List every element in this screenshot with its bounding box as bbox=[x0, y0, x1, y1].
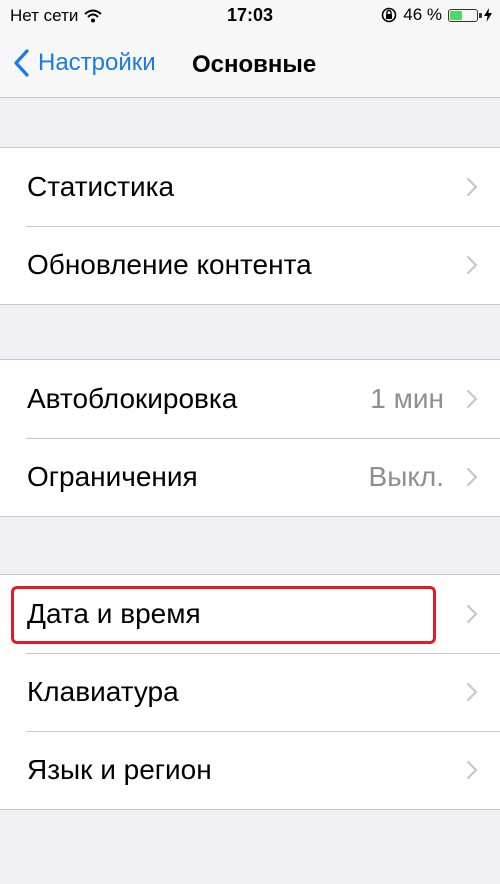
row-value: Выкл. bbox=[368, 461, 444, 492]
battery-nub bbox=[479, 12, 482, 18]
orientation-lock-icon bbox=[381, 7, 397, 23]
row-label: Обновление контента bbox=[27, 249, 312, 280]
chevron-left-icon bbox=[14, 49, 29, 77]
status-bar: Нет сети 17:03 46 % bbox=[0, 0, 500, 30]
battery-icon bbox=[448, 8, 482, 22]
row-label: Ограничения bbox=[27, 461, 198, 492]
row-label: Статистика bbox=[27, 171, 175, 202]
row-value: 1 мин bbox=[370, 383, 444, 414]
chevron-right-icon bbox=[466, 177, 478, 197]
charging-bolt-icon bbox=[484, 8, 492, 22]
row-label: Клавиатура bbox=[27, 676, 179, 707]
settings-group-1: Статистика Обновление контента bbox=[0, 147, 500, 305]
chevron-right-icon bbox=[466, 760, 478, 780]
highlight-frame bbox=[11, 586, 436, 644]
status-right: 46 % bbox=[381, 5, 492, 25]
settings-row-restrictions[interactable]: Ограничения Выкл. bbox=[0, 438, 500, 516]
battery-percent: 46 % bbox=[403, 5, 442, 24]
settings-row-keyboard[interactable]: Клавиатура bbox=[0, 653, 500, 731]
chevron-right-icon bbox=[466, 682, 478, 702]
chevron-right-icon bbox=[466, 255, 478, 275]
settings-row-content-update[interactable]: Обновление контента bbox=[0, 226, 500, 304]
chevron-right-icon bbox=[466, 467, 478, 487]
row-label: Автоблокировка bbox=[27, 383, 238, 414]
settings-row-language-region[interactable]: Язык и регион bbox=[0, 731, 500, 809]
battery-fill bbox=[450, 10, 462, 20]
page-title: Основные bbox=[192, 51, 317, 78]
settings-row-statistics[interactable]: Статистика bbox=[0, 148, 500, 226]
chevron-right-icon bbox=[466, 604, 478, 624]
row-label: Язык и регион bbox=[27, 754, 212, 785]
navigation-bar: Настройки Основные bbox=[0, 30, 500, 98]
settings-row-auto-lock[interactable]: Автоблокировка 1 мин bbox=[0, 360, 500, 438]
settings-group-2: Автоблокировка 1 мин Ограничения Выкл. bbox=[0, 359, 500, 517]
back-button-label: Настройки bbox=[38, 49, 156, 76]
back-button[interactable]: Настройки bbox=[12, 48, 156, 78]
chevron-right-icon bbox=[466, 389, 478, 409]
